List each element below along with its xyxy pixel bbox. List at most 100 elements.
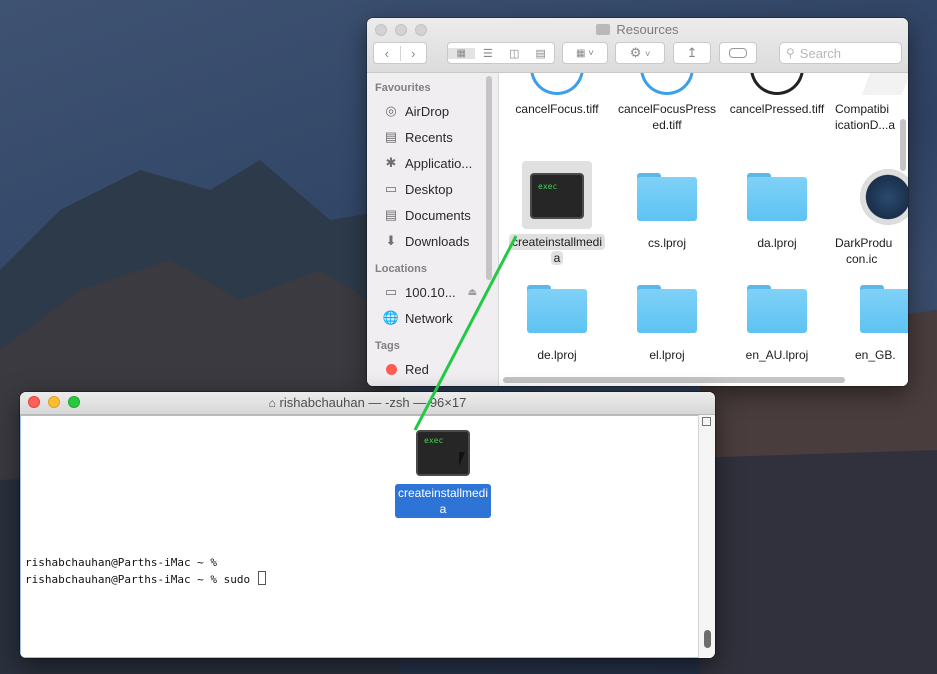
search-placeholder: Search: [799, 45, 841, 61]
file-item-selected[interactable]: exec createinstallmedi a: [502, 161, 612, 266]
eject-icon[interactable]: ⏏: [468, 287, 477, 298]
column-view-button[interactable]: ◫: [501, 47, 528, 60]
file-item[interactable]: en_AU.lproj: [722, 285, 832, 363]
terminal-cursor: [257, 571, 266, 585]
file-name: cancelPressed.tiff: [729, 102, 825, 116]
tiff-image-icon: [750, 73, 804, 95]
finder-body: Favourites ◎ AirDrop ▤ Recents ✱ Applica…: [367, 73, 908, 386]
file-item[interactable]: Compatibi icationD...a: [832, 73, 908, 133]
horizontal-scrollbar[interactable]: [503, 377, 845, 383]
tags-heading: Tags: [375, 340, 400, 352]
file-name: da.lproj: [757, 236, 797, 250]
file-name: de.lproj: [537, 348, 577, 362]
file-item[interactable]: DarkProdu con.ic: [832, 169, 908, 267]
group-icon: ▦ ˅: [575, 47, 595, 59]
finder-title-text: Resources: [616, 22, 679, 37]
sidebar-item-label: Red: [405, 361, 429, 377]
mouse-pointer-icon: [459, 452, 471, 466]
share-icon: ↥: [686, 45, 698, 60]
file-name: el.lproj: [649, 348, 685, 362]
gallery-view-button[interactable]: ▤: [528, 47, 555, 60]
icns-icon: [860, 169, 908, 225]
exec-file-icon: exec: [530, 173, 584, 219]
terminal-title: ⌂ rishabchauhan — -zsh — 96×17: [20, 395, 715, 410]
applications-icon: ✱: [385, 155, 397, 170]
file-item[interactable]: cancelFocus.tiff: [502, 73, 612, 117]
sidebar-item-tag-red[interactable]: Red: [367, 356, 498, 382]
folder-icon: [527, 285, 587, 333]
finder-window: Resources ‹ › ▦ ☰ ◫ ▤ ▦ ˅ ⚙ ˅ ↥ ⚲ Search…: [367, 18, 908, 386]
group-button[interactable]: ▦ ˅: [562, 42, 608, 64]
file-name: createinstallmedi: [508, 234, 606, 250]
red-tag-icon: [383, 361, 399, 377]
vertical-scrollbar[interactable]: [900, 119, 906, 171]
dragged-file-ghost[interactable]: exec createinstallmedi a: [392, 430, 494, 518]
terminal-scrollbar[interactable]: [698, 415, 715, 658]
file-name: en_GB.: [855, 348, 896, 362]
folder-icon: [637, 285, 697, 333]
sidebar-item-recents[interactable]: ▤ Recents: [367, 124, 498, 150]
terminal-content[interactable]: rishabchauhan@Parths-iMac ~ % rishabchau…: [20, 415, 699, 658]
file-name-line2: ed.tiff: [652, 118, 682, 132]
folder-icon: [747, 285, 807, 333]
split-pane-icon[interactable]: [702, 417, 711, 426]
sidebar-item-downloads[interactable]: ⬇ Downloads: [367, 228, 498, 254]
locations-heading: Locations: [375, 263, 427, 275]
sidebar-item-airdrop[interactable]: ◎ AirDrop: [367, 98, 498, 124]
sidebar-item-label: Downloads: [405, 233, 470, 249]
file-name-line2: con.ic: [846, 252, 878, 266]
back-button[interactable]: ‹: [374, 45, 401, 61]
sidebar-item-label: Recents: [405, 129, 453, 145]
sidebar-item-label: AirDrop: [405, 103, 450, 119]
tags-button[interactable]: [719, 42, 757, 64]
dragged-file-label: createinstallmedi a: [394, 484, 492, 518]
terminal-scroll-thumb[interactable]: [704, 630, 711, 648]
file-item[interactable]: da.lproj: [722, 173, 832, 251]
dragged-label-line1: createinstallmedi: [397, 486, 489, 500]
network-icon: 🌐: [382, 310, 400, 325]
file-name: cs.lproj: [647, 236, 686, 250]
downloads-icon: ⬇: [385, 233, 397, 248]
sidebar-item-network[interactable]: 🌐 Network: [367, 305, 498, 331]
sidebar-item-display[interactable]: ▭ 100.10... ⏏: [367, 279, 498, 305]
tiff-image-icon: [530, 73, 584, 95]
finder-titlebar: Resources ‹ › ▦ ☰ ◫ ▤ ▦ ˅ ⚙ ˅ ↥ ⚲ Search: [367, 18, 908, 73]
share-button[interactable]: ↥: [673, 42, 711, 64]
finder-title: Resources: [367, 21, 908, 39]
sidebar-item-label: Documents: [405, 207, 471, 223]
tiff-image-icon: [640, 73, 694, 95]
documents-icon: ▤: [384, 207, 398, 222]
sidebar-scrollbar[interactable]: [486, 76, 492, 280]
file-item[interactable]: cancelFocusPress ed.tiff: [612, 73, 722, 133]
recents-icon: ▤: [384, 129, 398, 144]
action-button[interactable]: ⚙ ˅: [615, 42, 665, 64]
home-icon: ⌂: [268, 396, 276, 410]
nav-buttons: ‹ ›: [373, 42, 427, 64]
exec-icon-text: exec: [424, 436, 444, 445]
list-view-button[interactable]: ☰: [475, 47, 502, 60]
file-name: Compatibi: [835, 102, 890, 116]
search-field[interactable]: ⚲ Search: [779, 42, 902, 64]
dragged-label-line2: a: [439, 502, 447, 516]
file-item[interactable]: cs.lproj: [612, 173, 722, 251]
sidebar-item-documents[interactable]: ▤ Documents: [367, 202, 498, 228]
file-item[interactable]: cancelPressed.tiff: [722, 73, 832, 117]
airdrop-icon: ◎: [385, 103, 397, 118]
file-item[interactable]: el.lproj: [612, 285, 722, 363]
finder-toolbar: ‹ › ▦ ☰ ◫ ▤ ▦ ˅ ⚙ ˅ ↥ ⚲ Search: [373, 42, 902, 66]
folder-icon: [637, 173, 697, 221]
tag-icon: [729, 48, 747, 58]
sidebar-item-applications[interactable]: ✱ Applicatio...: [367, 150, 498, 176]
terminal-line: rishabchauhan@Parths-iMac ~ % sudo: [25, 573, 257, 586]
terminal-line: rishabchauhan@Parths-iMac ~ %: [25, 556, 218, 569]
sidebar-item-label: Desktop: [405, 181, 453, 197]
sidebar-item-label: Network: [405, 310, 453, 326]
file-item[interactable]: de.lproj: [502, 285, 612, 363]
sidebar-item-desktop[interactable]: ▭ Desktop: [367, 176, 498, 202]
folder-icon: [860, 285, 908, 333]
terminal-window: ⌂ rishabchauhan — -zsh — 96×17 rishabcha…: [20, 392, 715, 658]
file-item[interactable]: en_GB.: [832, 285, 908, 363]
file-name: en_AU.lproj: [745, 348, 809, 362]
icon-view-button[interactable]: ▦: [448, 47, 475, 59]
forward-button[interactable]: ›: [401, 46, 427, 61]
